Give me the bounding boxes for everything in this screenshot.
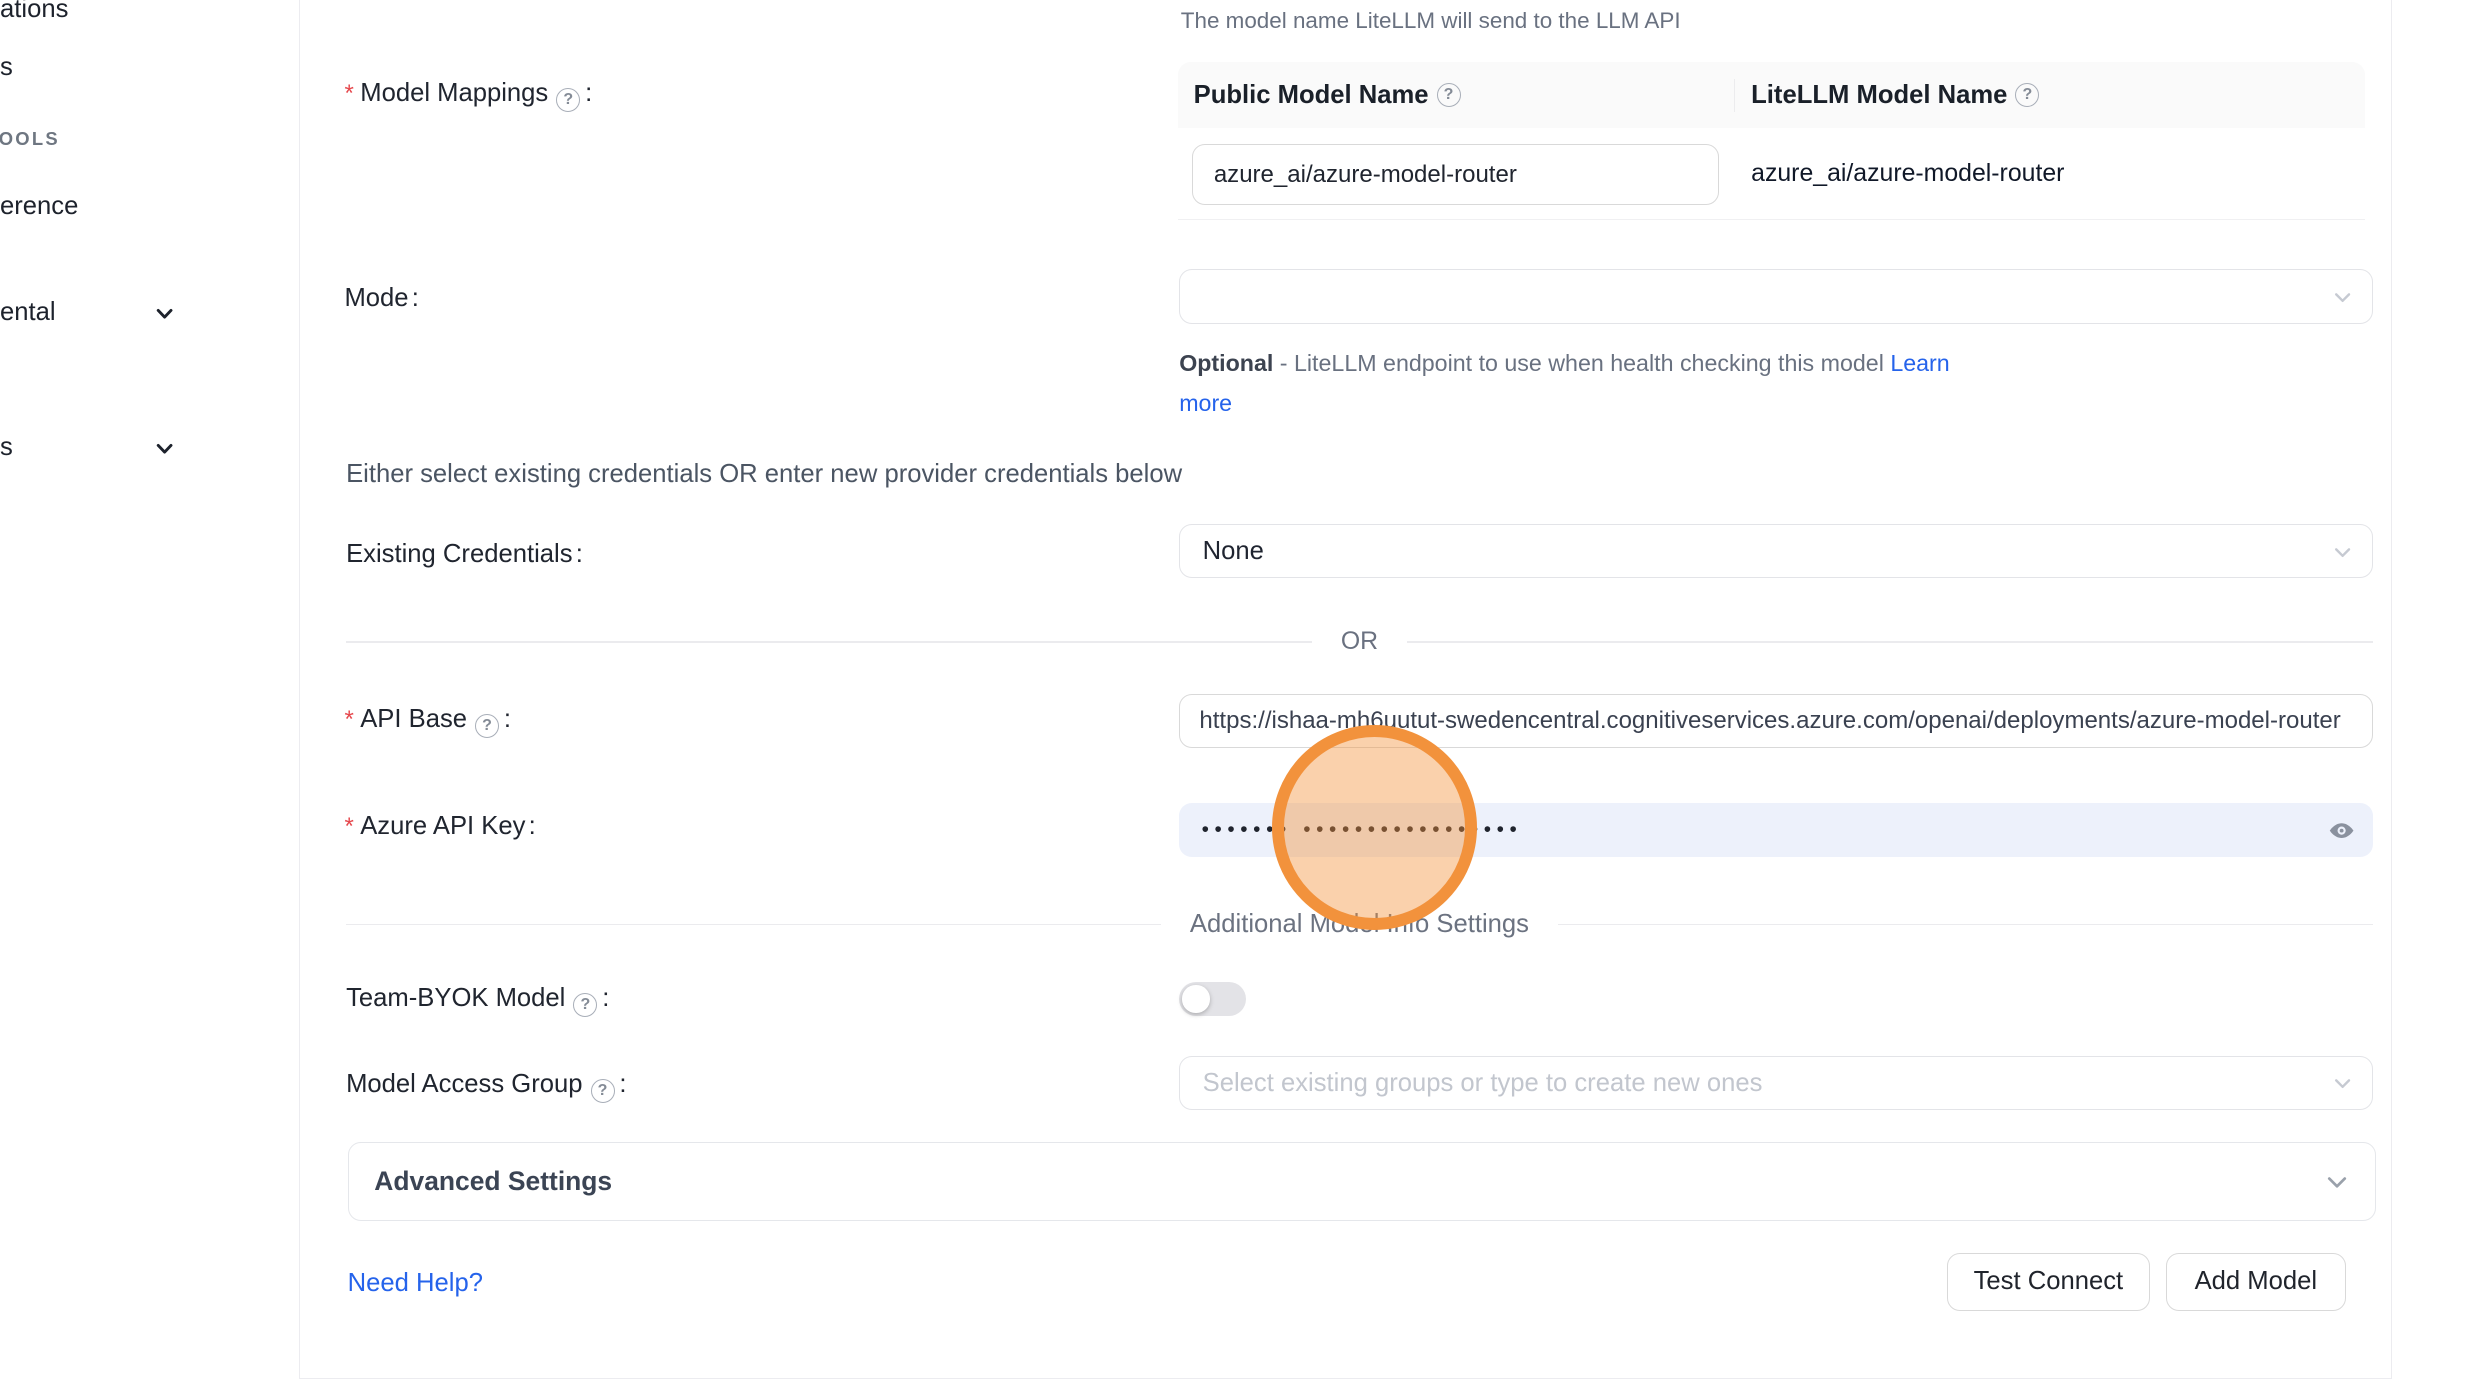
optional-bold-text: Optional	[1179, 350, 1273, 376]
column-header-public-model-name: Public Model Name ?	[1194, 62, 1463, 128]
chevron-down-icon	[2325, 1170, 2349, 1194]
chevron-down-icon	[2333, 1074, 2352, 1093]
model-name-helper-text: The model name LiteLLM will send to the …	[1181, 8, 1681, 34]
api-base-label: *API Base?:	[344, 705, 511, 738]
chevron-down-icon	[2333, 288, 2352, 307]
credentials-note: Either select existing credentials OR en…	[346, 460, 1182, 489]
divider-line	[1407, 641, 2373, 643]
sidebar-item-truncated-3[interactable]: erence	[0, 192, 78, 221]
sidebar-section-label: TOOLS	[0, 128, 60, 149]
mode-helper-text: Optional - LiteLLM endpoint to use when …	[1179, 343, 2006, 423]
required-asterisk: *	[344, 80, 353, 107]
help-circle-icon[interactable]: ?	[556, 88, 580, 112]
existing-credentials-label: Existing Credentials:	[346, 540, 583, 569]
chevron-down-icon	[2333, 543, 2352, 562]
divider-line	[346, 641, 1312, 643]
mode-select[interactable]	[1179, 269, 2373, 323]
column-divider	[1734, 79, 1736, 113]
azure-api-key-label: *Azure API Key:	[344, 812, 535, 841]
table-header-row: Public Model Name ? LiteLLM Model Name ?	[1178, 62, 2365, 129]
existing-credentials-value: None	[1203, 537, 1264, 566]
advanced-settings-title: Advanced Settings	[374, 1166, 612, 1197]
sidebar: ations s TOOLS erence ental s	[0, 0, 300, 1386]
divider-line	[1558, 924, 2373, 926]
sidebar-item-truncated-2[interactable]: s	[0, 53, 13, 82]
or-divider: OR	[346, 628, 2373, 656]
help-circle-icon[interactable]: ?	[475, 714, 499, 738]
help-circle-icon[interactable]: ?	[573, 993, 597, 1017]
model-mappings-label: *Model Mappings?:	[344, 79, 592, 112]
team-byok-toggle[interactable]	[1179, 982, 1246, 1016]
sidebar-item-label: ental	[0, 298, 56, 326]
litellm-model-name-value: azure_ai/azure-model-router	[1751, 128, 2064, 219]
sidebar-item-label: s	[0, 433, 13, 461]
eye-icon[interactable]	[2328, 817, 2355, 844]
model-access-group-select[interactable]: Select existing groups or type to create…	[1179, 1056, 2373, 1110]
api-base-input[interactable]: https://ishaa-mh6uutut-swedencentral.cog…	[1179, 694, 2373, 748]
app-window: ations s TOOLS erence ental s The model …	[0, 0, 2477, 1386]
chevron-down-icon[interactable]	[155, 439, 174, 458]
sidebar-item-label: erence	[0, 192, 78, 220]
sidebar-item-truncated-1[interactable]: ations	[0, 0, 68, 24]
required-asterisk: *	[344, 813, 353, 840]
sidebar-item-label: s	[0, 53, 13, 81]
test-connect-button[interactable]: Test Connect	[1947, 1253, 2150, 1311]
toggle-knob	[1182, 985, 1209, 1012]
table-row: azure_ai/azure-model-router	[1178, 128, 2365, 220]
azure-api-key-input[interactable]: ••••••• •••••••••••••••••	[1179, 803, 2373, 857]
help-circle-icon[interactable]: ?	[1437, 83, 1461, 107]
required-asterisk: *	[344, 706, 353, 733]
model-access-group-label: Model Access Group?:	[346, 1070, 626, 1103]
add-model-button[interactable]: Add Model	[2166, 1253, 2345, 1311]
sidebar-item-label: ations	[0, 0, 68, 23]
column-header-litellm-model-name: LiteLLM Model Name ?	[1751, 62, 2041, 128]
masked-password-dots: ••••••• •••••••••••••••••	[1202, 818, 1523, 842]
model-mappings-table: Public Model Name ? LiteLLM Model Name ?…	[1178, 62, 2365, 219]
additional-settings-divider: Additional Model Info Settings	[346, 910, 2373, 939]
help-circle-icon[interactable]: ?	[2015, 83, 2039, 107]
sidebar-section-tools: TOOLS	[0, 128, 60, 150]
sidebar-item-truncated-4[interactable]: ental	[0, 298, 56, 327]
mode-label: Mode:	[344, 284, 418, 313]
existing-credentials-select[interactable]: None	[1179, 524, 2373, 578]
model-access-group-placeholder: Select existing groups or type to create…	[1203, 1069, 1763, 1098]
need-help-link[interactable]: Need Help?	[348, 1269, 483, 1298]
divider-line	[346, 924, 1161, 926]
public-model-name-input[interactable]	[1192, 144, 1719, 205]
help-circle-icon[interactable]: ?	[591, 1079, 615, 1103]
sidebar-item-truncated-5[interactable]: s	[0, 433, 13, 462]
additional-settings-divider-text: Additional Model Info Settings	[1161, 910, 1558, 939]
team-byok-label: Team-BYOK Model?:	[346, 984, 609, 1017]
api-base-value: https://ishaa-mh6uutut-swedencentral.cog…	[1199, 707, 2340, 735]
advanced-settings-panel[interactable]: Advanced Settings	[348, 1142, 2376, 1221]
or-divider-text: OR	[1312, 628, 1407, 656]
chevron-down-icon[interactable]	[155, 304, 174, 323]
